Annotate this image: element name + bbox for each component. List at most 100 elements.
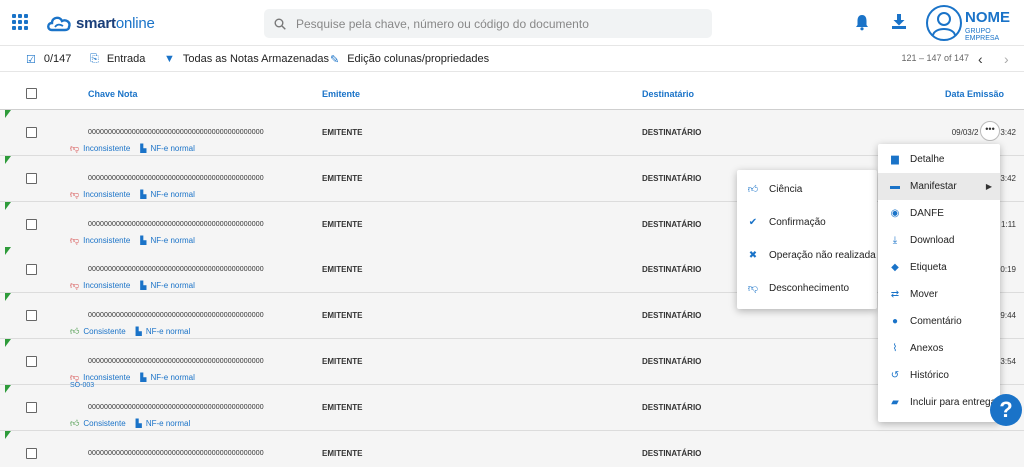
thumbs-up-icon: 👍︎: [70, 326, 80, 336]
pager-range: 121 – 147 of 147: [901, 53, 969, 63]
truck-icon: ▰: [891, 397, 899, 408]
thumbs-down-icon: 👎︎: [70, 189, 80, 199]
row-corner-marker: [5, 247, 11, 255]
download-icon[interactable]: [890, 12, 908, 30]
avatar[interactable]: [926, 5, 962, 41]
row-corner-marker: [5, 385, 11, 393]
row-status-label: Inconsistente: [83, 373, 131, 382]
paperclip-icon: ⌇: [892, 343, 898, 354]
row-status: 👍︎ Consistente ▙ NF-e normal: [70, 418, 190, 429]
row-context-menu: ▆ Detalhe ▬ Manifestar ▶ ◉ DANFE ⤓ Downlo…: [878, 144, 1000, 422]
menu-item-mover[interactable]: ⇄ Mover: [878, 281, 1000, 308]
checkbox-checked-icon: ☑: [26, 53, 36, 66]
row-destinatario: DESTINATÁRIO: [642, 128, 702, 137]
col-destinatario[interactable]: Destinatário: [642, 89, 694, 99]
row-destinatario: DESTINATÁRIO: [642, 265, 702, 274]
submenu-item-operacao-nao-realizada[interactable]: ✖ Operação não realizada: [737, 239, 877, 271]
menu-item-hist-rico[interactable]: ↺ Histórico: [878, 362, 1000, 389]
search-bar[interactable]: Pesquise pela chave, número ou código do…: [264, 9, 712, 38]
menu-item-anexos[interactable]: ⌇ Anexos: [878, 335, 1000, 362]
chevron-right-icon[interactable]: ›: [1004, 51, 1009, 67]
comment-icon: ●: [891, 316, 899, 327]
row-corner-marker: [5, 110, 11, 118]
menu-item-danfe[interactable]: ◉ DANFE: [878, 200, 1000, 227]
row-checkbox[interactable]: [26, 127, 37, 138]
user-name[interactable]: NOME: [965, 9, 1010, 26]
submenu-item-label: Desconhecimento: [769, 282, 850, 294]
row-emitente: EMITENTE: [322, 265, 363, 274]
menu-item-incluir-para-entrega[interactable]: ▰ Incluir para entrega: [878, 389, 1000, 416]
check-circle-icon: ✔: [748, 216, 758, 228]
selected-count-label: 0/147: [43, 53, 72, 65]
chevron-left-icon[interactable]: ‹: [978, 51, 983, 67]
row-destinatario: DESTINATÁRIO: [642, 174, 702, 183]
select-all-checkbox[interactable]: [26, 88, 37, 99]
row-destinatario: DESTINATÁRIO: [642, 220, 702, 229]
row-status-label: Inconsistente: [83, 144, 131, 153]
menu-item-coment-rio[interactable]: ● Comentário: [878, 308, 1000, 335]
document-icon: ▙: [135, 327, 142, 336]
row-status: 👎︎ Inconsistente ▙ NF-e normal: [70, 280, 195, 291]
menu-item-detalhe[interactable]: ▆ Detalhe: [878, 146, 1000, 173]
row-emitente: EMITENTE: [322, 449, 363, 458]
bell-icon[interactable]: [853, 13, 871, 31]
document-icon: ▙: [140, 144, 147, 153]
download-icon: ⤓: [892, 235, 898, 246]
row-checkbox[interactable]: [26, 264, 37, 275]
table-row[interactable]: 0000000000000000000000000000000000000000…: [0, 385, 1024, 431]
row-status-label: Consistente: [83, 327, 126, 336]
smartonline-logo[interactable]: smartonline: [46, 10, 155, 36]
history-icon: ↺: [890, 370, 900, 381]
row-checkbox[interactable]: [26, 310, 37, 321]
row-status-label: Consistente: [83, 419, 126, 428]
row-checkbox[interactable]: [26, 356, 37, 367]
row-emitente: EMITENTE: [322, 311, 363, 320]
search-input[interactable]: Pesquise pela chave, número ou código do…: [296, 17, 589, 31]
table-row[interactable]: 0000000000000000000000000000000000000000…: [0, 110, 1024, 156]
table-row[interactable]: 0000000000000000000000000000000000000000…: [0, 431, 1024, 467]
table-row[interactable]: 0000000000000000000000000000000000000000…: [0, 339, 1024, 385]
menu-item-etiqueta[interactable]: ◆ Etiqueta: [878, 254, 1000, 281]
help-button[interactable]: ?: [990, 394, 1022, 426]
menu-item-label: Histórico: [910, 370, 949, 381]
edit-columns-button[interactable]: ✎ Edição colunas/propriedades: [330, 46, 489, 72]
entrada-label: Entrada: [106, 53, 146, 65]
row-status: 👎︎ Inconsistente ▙ NF-e normal: [70, 143, 195, 154]
menu-item-label: Detalhe: [910, 154, 945, 165]
col-chave-nota[interactable]: Chave Nota: [88, 89, 138, 99]
menu-item-download[interactable]: ⤓ Download: [878, 227, 1000, 254]
filter-label: Todas as Notas Armazenadas: [182, 53, 330, 65]
search-icon: [274, 18, 286, 30]
col-emitente[interactable]: Emitente: [322, 89, 360, 99]
row-checkbox[interactable]: [26, 173, 37, 184]
submenu-item-ciencia[interactable]: 👍︎ Ciência: [737, 173, 877, 205]
col-data-emissao[interactable]: Data Emissão: [945, 89, 1004, 99]
row-corner-marker: [5, 156, 11, 164]
menu-item-label: Etiqueta: [910, 262, 947, 273]
entrada-button[interactable]: ⎘ Entrada: [90, 46, 145, 72]
table-header: Chave Nota Emitente Destinatário Data Em…: [0, 74, 1024, 110]
select-count[interactable]: ☑ 0/147: [26, 46, 71, 72]
row-status: 👎︎ Inconsistente ▙ NF-e normal: [70, 235, 195, 246]
apps-grid-icon[interactable]: [12, 14, 28, 30]
menu-item-label: Anexos: [910, 343, 944, 354]
menu-item-manifestar[interactable]: ▬ Manifestar ▶: [878, 173, 1000, 200]
menu-item-label: DANFE: [910, 208, 944, 219]
row-type-label: NF-e normal: [145, 419, 191, 428]
user-company: GRUPO EMPRESA: [965, 28, 1000, 42]
row-emitente: EMITENTE: [322, 357, 363, 366]
submenu-item-desconhecimento[interactable]: 👎︎ Desconhecimento: [737, 272, 877, 304]
top-header: smartonline Pesquise pela chave, número …: [0, 0, 1024, 46]
briefcase-icon: ▬: [890, 181, 900, 192]
user-icon: [932, 12, 956, 36]
more-actions-button[interactable]: •••: [980, 121, 1000, 141]
row-checkbox[interactable]: [26, 402, 37, 413]
filter-button[interactable]: ▼ Todas as Notas Armazenadas: [164, 46, 329, 72]
row-checkbox[interactable]: [26, 219, 37, 230]
row-checkbox[interactable]: [26, 448, 37, 459]
tag-icon: ◆: [891, 262, 899, 273]
submenu-item-confirmacao[interactable]: ✔ Confirmação: [737, 206, 877, 238]
filter-icon: ▼: [164, 53, 175, 65]
row-key: 0000000000000000000000000000000000000000…: [88, 312, 264, 319]
thumbs-up-icon: 👍︎: [70, 418, 80, 428]
